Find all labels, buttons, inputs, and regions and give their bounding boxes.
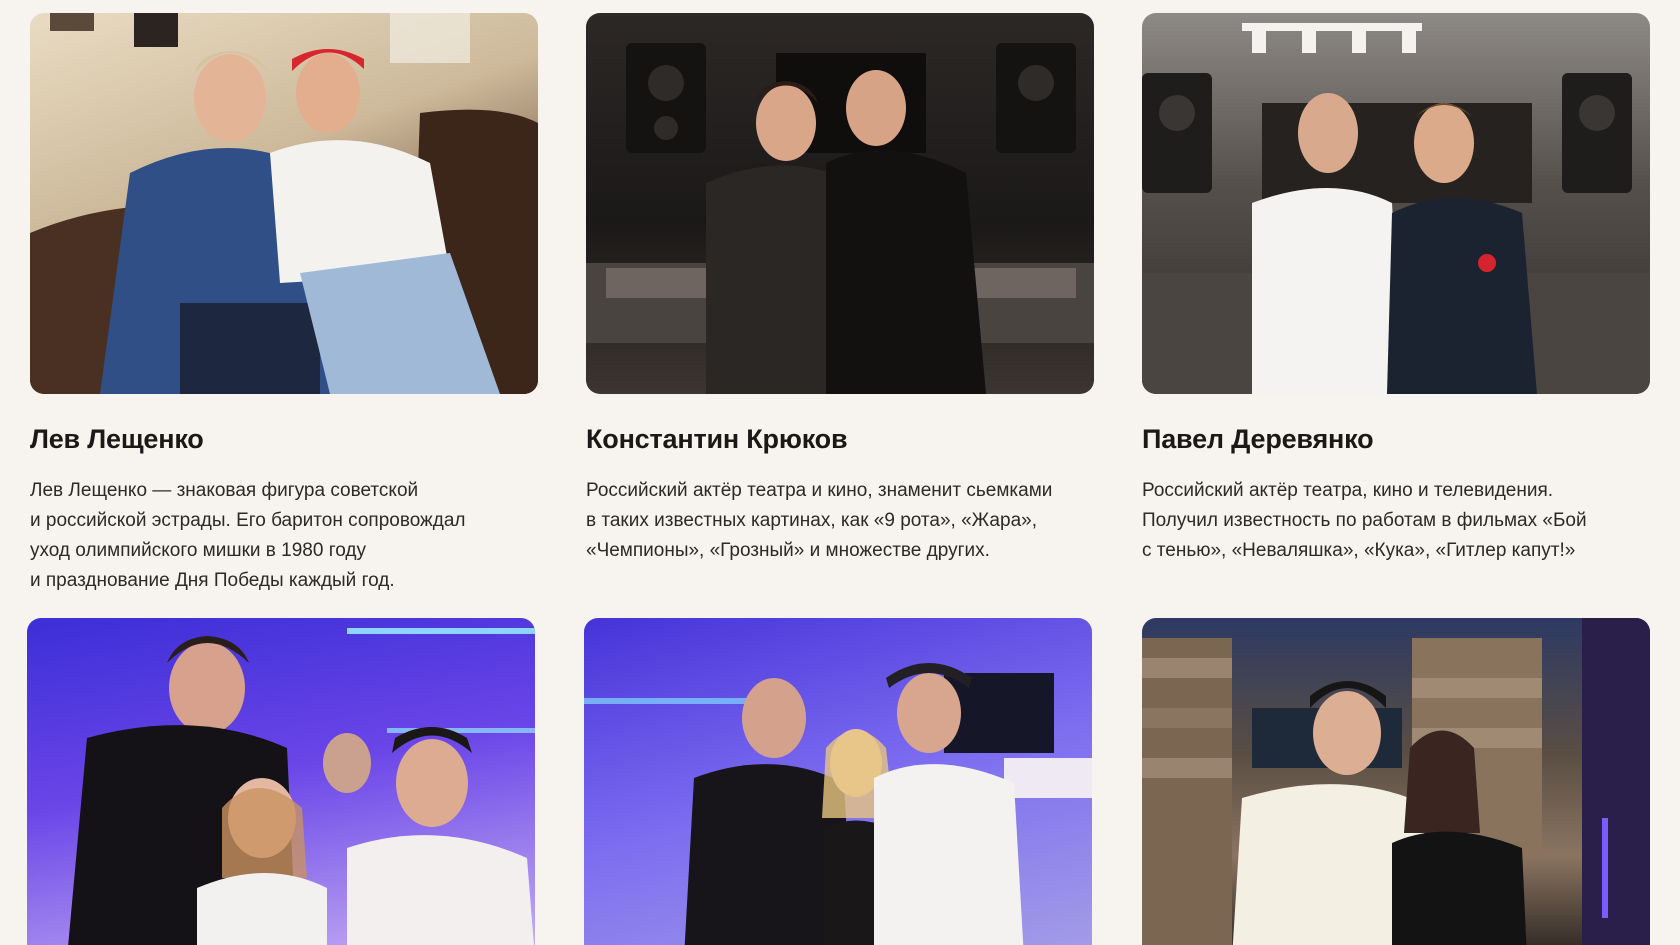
- guest-description: Российский актёр театра и кино, знаменит…: [586, 480, 1053, 561]
- guest-photo[interactable]: [1142, 618, 1650, 945]
- guests-gallery: Лев Лещенко Лев Лещенко — знаковая фигур…: [0, 0, 1680, 945]
- guest-photo[interactable]: [584, 618, 1092, 945]
- guest-photo[interactable]: [1142, 13, 1650, 394]
- guest-card[interactable]: [584, 618, 1092, 945]
- guest-name: Лев Лещенко: [30, 424, 204, 454]
- guest-card[interactable]: [1142, 618, 1650, 945]
- guest-photo[interactable]: [27, 618, 535, 945]
- photo-scene: [586, 13, 1094, 394]
- guest-photo[interactable]: [30, 13, 538, 394]
- guest-card[interactable]: Павел Деревянко Российский актёр театра,…: [1142, 13, 1650, 566]
- guest-name: Константин Крюков: [586, 424, 848, 454]
- photo-scene: [584, 618, 1092, 945]
- photo-scene: [27, 618, 535, 945]
- guest-card[interactable]: Константин Крюков Российский актёр театр…: [586, 13, 1094, 566]
- guest-description: Российский актёр театра, кино и телевиде…: [1142, 480, 1587, 561]
- guest-description: Лев Лещенко — знаковая фигура советской …: [30, 480, 466, 591]
- guest-photo[interactable]: [586, 13, 1094, 394]
- guest-card[interactable]: [27, 618, 535, 945]
- guest-name: Павел Деревянко: [1142, 424, 1374, 454]
- photo-scene: [1142, 13, 1650, 394]
- guest-card[interactable]: Лев Лещенко Лев Лещенко — знаковая фигур…: [30, 13, 538, 596]
- photo-scene: [30, 13, 538, 394]
- photo-scene: [1142, 618, 1650, 945]
